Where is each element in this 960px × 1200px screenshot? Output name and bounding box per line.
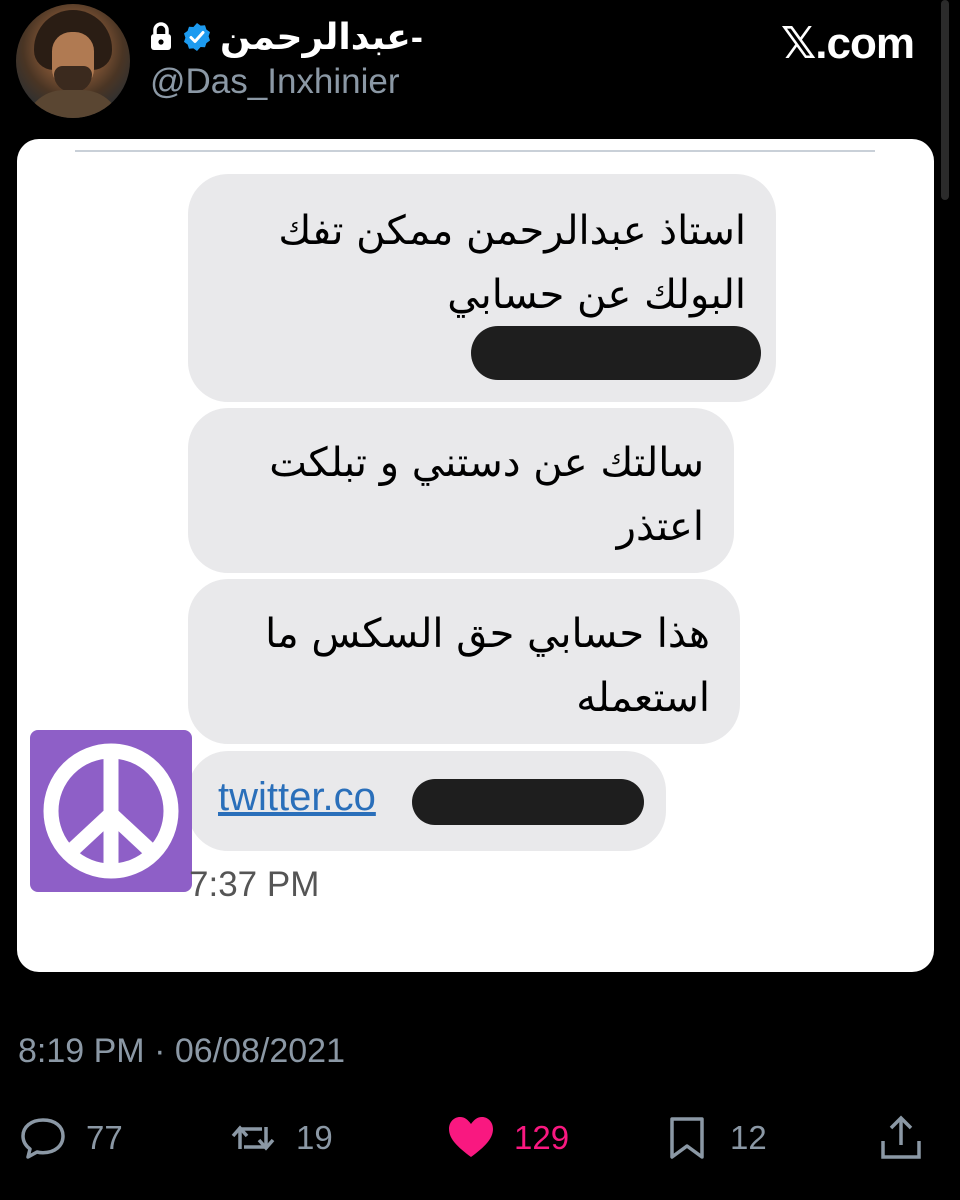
name-row: عبدالرحمن- (148, 10, 423, 64)
message-text: اعتذر (616, 504, 704, 550)
peace-sign-icon (43, 743, 179, 879)
card-divider (75, 150, 875, 152)
message-link[interactable]: twitter.co (218, 775, 376, 820)
message-bubble: سالتك عن دستني و تبلكت اعتذر (188, 408, 734, 573)
bookmark-count: 12 (730, 1119, 767, 1156)
bookmark-button[interactable]: 12 (662, 1108, 767, 1168)
x-brand-logo: 𝕏.com (780, 19, 915, 68)
reply-count: 77 (86, 1119, 123, 1156)
scrollbar[interactable] (941, 0, 949, 200)
message-text: البولك عن حسابي (447, 272, 746, 318)
like-button[interactable]: 129 (446, 1108, 569, 1168)
message-text: هذا حسابي حق السكس ما (265, 611, 710, 657)
action-bar: 77 19 129 12 (0, 1108, 960, 1168)
repost-icon (231, 1125, 275, 1151)
message-time: 7:37 PM (189, 865, 320, 904)
repost-count: 19 (296, 1119, 333, 1156)
reply-icon (21, 1118, 65, 1159)
reply-button[interactable]: 77 (18, 1108, 123, 1168)
share-button[interactable] (876, 1108, 926, 1168)
user-handle[interactable]: @Das_Inxhinier (150, 62, 400, 102)
repost-button[interactable]: 19 (228, 1108, 333, 1168)
verified-badge-icon (184, 23, 210, 51)
tweet-screenshot: عبدالرحمن- @Das_Inxhinier 𝕏.com استاذ عب… (0, 0, 960, 1200)
redaction-bar (471, 326, 761, 380)
heart-icon (449, 1117, 493, 1157)
display-name[interactable]: عبدالرحمن- (220, 16, 423, 58)
lock-icon (151, 22, 171, 50)
message-text: استاذ عبدالرحمن ممكن تفك (278, 208, 746, 254)
message-bubble: هذا حسابي حق السكس ما استعمله (188, 579, 740, 744)
like-count: 129 (514, 1119, 570, 1156)
link-message-bubble: twitter.co (188, 751, 666, 851)
message-text: استعمله (576, 675, 710, 721)
profile-avatar[interactable] (16, 4, 130, 118)
screenshot-card[interactable]: استاذ عبدالرحمن ممكن تفك البولك عن حسابي… (17, 139, 934, 972)
bookmark-icon (670, 1117, 704, 1159)
redaction-bar (412, 779, 644, 825)
sender-avatar (30, 730, 192, 892)
share-icon (881, 1115, 921, 1159)
post-timestamp[interactable]: 8:19 PM · 06/08/2021 (18, 1032, 345, 1071)
message-text: سالتك عن دستني و تبلكت (269, 440, 704, 486)
